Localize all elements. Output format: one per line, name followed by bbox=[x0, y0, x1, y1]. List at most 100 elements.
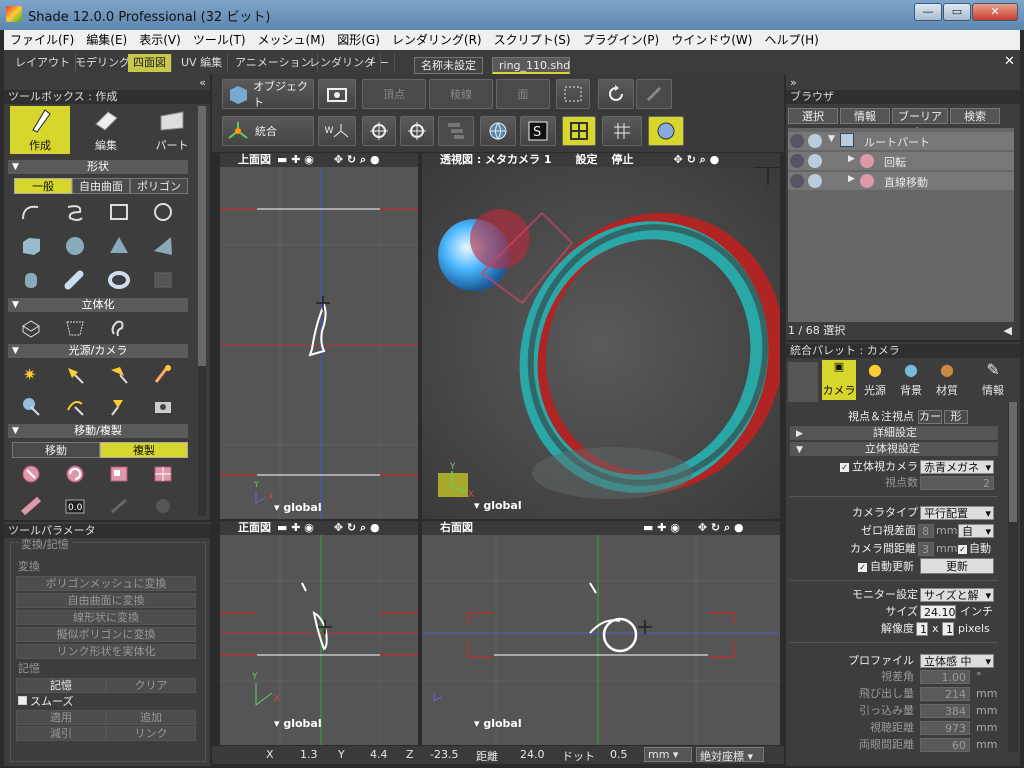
snap-center-button[interactable] bbox=[362, 116, 396, 146]
browser-tab-select[interactable]: 選択 bbox=[788, 108, 838, 124]
apply-button[interactable]: 適用 bbox=[16, 710, 106, 725]
infinite-light-icon[interactable]: ✷ bbox=[18, 362, 44, 386]
closed-curve-tool-icon[interactable] bbox=[62, 200, 88, 224]
toolbox-scrollbar[interactable] bbox=[198, 106, 206, 516]
front-viewport[interactable]: YX 正面図 ▬ ✚ ◉ ✥ ↻ ⌕ ● ▾ global bbox=[220, 521, 418, 745]
stereo-settings-row[interactable]: ▼ 立体視設定 bbox=[790, 442, 998, 456]
camera-type-select[interactable]: 平行配置 ▾ bbox=[920, 506, 994, 520]
right-view-nav-icons[interactable]: ✥ ↻ ⌕ ● bbox=[698, 521, 744, 534]
top-view-zoom-icons[interactable]: ▬ ✚ ◉ bbox=[277, 153, 314, 166]
size-field[interactable]: 24.10 bbox=[920, 605, 956, 619]
zero-parallax-field[interactable]: 8 bbox=[918, 524, 934, 538]
auto-checkbox[interactable]: ✓ bbox=[958, 545, 967, 554]
tab-layout[interactable]: レイアウト bbox=[10, 54, 76, 72]
perspective-viewport[interactable]: YX 透視図 : メタカメラ 1 設定 停止 ✥ ↻ ⌕ ● ▾ global bbox=[422, 153, 780, 519]
tab-uv-edit[interactable]: UV 編集 bbox=[176, 54, 229, 72]
rectangle-tool-icon[interactable] bbox=[106, 200, 132, 224]
numeric-input-icon[interactable]: 0.0 bbox=[62, 494, 88, 518]
menu-view[interactable]: 表示(V) bbox=[133, 30, 187, 50]
auto-update-checkbox[interactable]: ✓ bbox=[858, 563, 867, 572]
view-angle-field[interactable]: 1.00 bbox=[920, 670, 970, 684]
render-preview-button[interactable] bbox=[648, 116, 684, 146]
menu-mesh[interactable]: メッシュ(M) bbox=[252, 30, 332, 50]
eye-icon[interactable] bbox=[790, 134, 804, 148]
menu-file[interactable]: ファイル(F) bbox=[4, 30, 80, 50]
menu-tool[interactable]: ツール(T) bbox=[187, 30, 252, 50]
camera-gap-field[interactable]: 3 bbox=[918, 542, 934, 556]
surface-light-icon[interactable] bbox=[62, 394, 88, 418]
edge-mode-button[interactable]: 稜線 bbox=[429, 79, 493, 109]
link-button[interactable]: リンク bbox=[106, 726, 196, 741]
view-distance-field[interactable]: 973 bbox=[920, 721, 970, 735]
section-solid[interactable]: 立体化 bbox=[8, 298, 188, 312]
memorize-button[interactable]: 記憶 bbox=[16, 678, 106, 693]
cylinder-tool-icon[interactable] bbox=[18, 268, 44, 292]
tree-collapse-icon[interactable]: ▶ bbox=[848, 154, 855, 164]
smooth-row[interactable]: スムーズ bbox=[18, 695, 73, 709]
extrude-tool-icon[interactable] bbox=[18, 316, 44, 340]
face-mode-button[interactable]: 面 bbox=[496, 79, 550, 109]
convert-freeform-button[interactable]: 自由曲面に変換 bbox=[16, 593, 196, 608]
right-view-zoom-icons[interactable]: ▬ ✚ ◉ bbox=[643, 521, 680, 534]
pull-in-field[interactable]: 384 bbox=[920, 704, 970, 718]
pyramid-tool-icon[interactable] bbox=[150, 234, 176, 258]
add-button[interactable]: 追加 bbox=[106, 710, 196, 725]
curve-tool-icon[interactable] bbox=[18, 200, 44, 224]
collapse-icon[interactable]: « bbox=[4, 76, 210, 90]
palette-tab-info[interactable]: ✎ 情報 bbox=[976, 360, 1010, 400]
section-light-camera[interactable]: 光源/カメラ bbox=[8, 344, 188, 358]
smooth-checkbox[interactable] bbox=[18, 696, 27, 705]
capsule-tool-icon[interactable] bbox=[62, 268, 88, 292]
sweep-tool-icon[interactable] bbox=[62, 316, 88, 340]
menu-script[interactable]: スクリプト(S) bbox=[488, 30, 577, 50]
palette-scrollbar[interactable] bbox=[1008, 402, 1018, 752]
scale-move-icon[interactable] bbox=[106, 462, 132, 486]
palette-tab-background[interactable]: ● 背景 bbox=[894, 360, 928, 400]
line-light-icon[interactable] bbox=[150, 362, 176, 386]
section-shape[interactable]: 形状 bbox=[8, 160, 188, 174]
top-view-nav-icons[interactable]: ✥ ↻ ⌕ ● bbox=[334, 153, 380, 166]
resolution-x-field[interactable]: 1 bbox=[916, 622, 928, 636]
minimize-button[interactable]: — bbox=[914, 3, 942, 21]
rect-select-button[interactable] bbox=[556, 79, 590, 109]
edit-mode-button[interactable]: 編集 bbox=[76, 106, 136, 154]
tree-row-root[interactable]: ▼ ルートパート bbox=[788, 132, 1014, 150]
stereo-camera-select[interactable]: 赤青メガネ ▾ bbox=[920, 460, 994, 474]
browser-tab-boolean[interactable]: ブーリアン bbox=[892, 108, 948, 138]
shape-tab-general[interactable]: 一般 bbox=[14, 178, 72, 194]
tree-expand-icon[interactable]: ▼ bbox=[828, 134, 835, 144]
right-viewport[interactable]: 右面図 ▬ ✚ ◉ ✥ ↻ ⌕ ● ▾ global bbox=[422, 521, 780, 745]
menu-help[interactable]: ヘルプ(H) bbox=[758, 30, 824, 50]
auto-row[interactable]: ✓ 自動 bbox=[958, 542, 991, 556]
perspective-nav-icons[interactable]: ✥ ↻ ⌕ ● bbox=[674, 153, 720, 166]
profile-select[interactable]: 立体感 中 ▾ bbox=[920, 654, 994, 668]
monitor-select[interactable]: サイズと解 ▾ bbox=[920, 588, 994, 602]
eye-icon[interactable] bbox=[790, 174, 804, 188]
grid-view-button[interactable] bbox=[562, 116, 596, 146]
top-viewport[interactable]: YX 上面図 ▬ ✚ ◉ ✥ ↻ ⌕ ● ▾ global bbox=[220, 153, 418, 519]
convert-polymesh-button[interactable]: ポリゴンメッシュに変換 bbox=[16, 576, 196, 591]
snap-target-button[interactable] bbox=[400, 116, 434, 146]
torus-tool-icon[interactable] bbox=[106, 268, 132, 292]
camera-object-icon[interactable] bbox=[150, 394, 176, 418]
palette-tab-light[interactable]: ● 光源 bbox=[858, 360, 892, 400]
shape-tab-polygon[interactable]: ポリゴン bbox=[130, 178, 188, 194]
brush-button[interactable] bbox=[636, 79, 672, 109]
tab-four-view[interactable]: 四面図 bbox=[128, 54, 172, 72]
rotate-move-icon[interactable] bbox=[62, 462, 88, 486]
zero-parallax-mode[interactable]: 自 ▾ bbox=[958, 524, 994, 538]
section-move-copy[interactable]: 移動/複製 bbox=[8, 424, 188, 438]
browser-tab-search[interactable]: 検索 bbox=[950, 108, 1000, 124]
smooth-shading-button[interactable]: S bbox=[520, 116, 556, 146]
refresh-button[interactable] bbox=[598, 79, 634, 109]
perspective-stop[interactable]: 停止 bbox=[612, 153, 634, 166]
perspective-settings[interactable]: 設定 bbox=[576, 153, 598, 166]
resolution-y-field[interactable]: 1 bbox=[942, 622, 954, 636]
close-doc-icon[interactable]: ✕ bbox=[1004, 54, 1015, 69]
maximize-button[interactable]: ▭ bbox=[943, 3, 971, 21]
move-tab[interactable]: 移動 bbox=[12, 442, 100, 458]
point-light-icon[interactable] bbox=[62, 362, 88, 386]
convert-pseudo-polygon-button[interactable]: 擬似ポリゴンに変換 bbox=[16, 627, 196, 642]
menu-plugin[interactable]: プラグイン(P) bbox=[577, 30, 666, 50]
revolve-tool-icon[interactable] bbox=[106, 316, 132, 340]
